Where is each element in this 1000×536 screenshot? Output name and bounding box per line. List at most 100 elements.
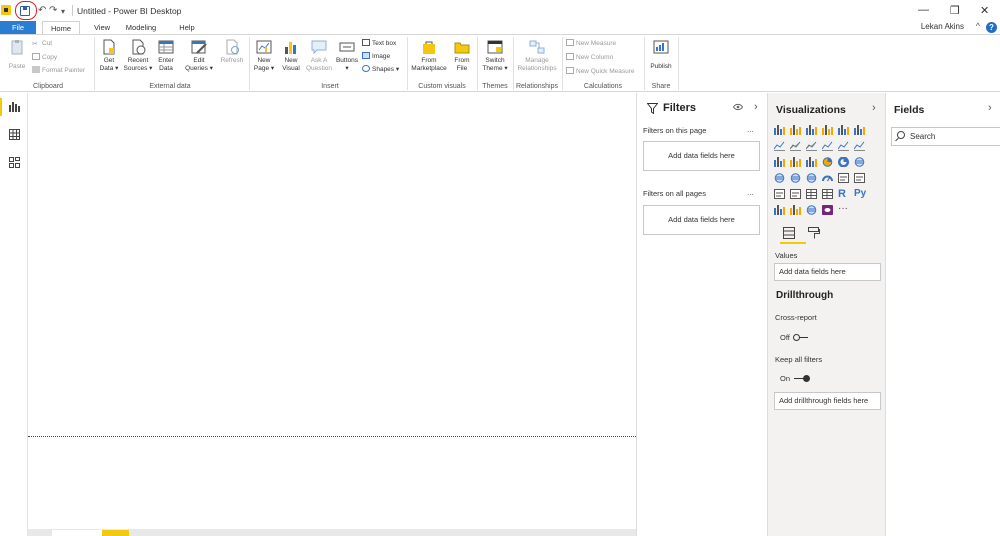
add-page-tab[interactable] — [102, 530, 129, 536]
report-view-icon[interactable] — [9, 101, 20, 112]
100-stacked-bar-chart-icon[interactable] — [838, 125, 849, 135]
from-marketplace-button[interactable]: From Marketplace — [409, 39, 449, 73]
map-icon[interactable] — [774, 173, 785, 183]
close-button[interactable]: ✕ — [980, 4, 989, 17]
new-visual-button[interactable]: New Visual — [279, 39, 303, 73]
edit-queries-button[interactable]: Edit Queries ▾ — [183, 39, 215, 73]
refresh-button[interactable]: Refresh — [218, 39, 246, 65]
fields-well-icon[interactable] — [783, 227, 795, 241]
text-box-icon — [362, 39, 370, 46]
line-chart-icon[interactable] — [773, 141, 785, 151]
r-visual-icon[interactable]: R — [838, 189, 849, 200]
decomposition-tree-icon[interactable] — [790, 205, 801, 215]
text-box-button[interactable]: Text box — [362, 39, 396, 47]
buttons-button[interactable]: Buttons ▾ — [334, 39, 360, 73]
more-visuals-icon[interactable]: ··· — [838, 204, 849, 215]
scatter-chart-icon[interactable] — [806, 157, 817, 167]
from-file-button[interactable]: From File — [451, 39, 473, 73]
tab-home[interactable]: Home — [42, 21, 80, 35]
help-icon[interactable]: ? — [986, 22, 997, 33]
new-page-button[interactable]: New Page ▾ — [252, 39, 276, 73]
slicer-icon[interactable] — [790, 189, 801, 199]
table-icon[interactable] — [806, 189, 817, 199]
user-name[interactable]: Lekan Akins — [921, 22, 964, 31]
tab-help[interactable]: Help — [174, 21, 200, 34]
ribbon-chart-icon[interactable] — [853, 141, 865, 151]
page-tab[interactable] — [52, 530, 102, 536]
power-apps-icon[interactable] — [822, 205, 833, 215]
cut-button[interactable]: ✂ Cut — [32, 40, 52, 48]
minimize-button[interactable]: — — [918, 4, 929, 16]
collapse-visualizations-icon[interactable]: › — [872, 102, 876, 114]
filled-map-icon[interactable] — [790, 173, 801, 183]
eye-icon[interactable] — [732, 103, 744, 113]
stacked-column-chart-icon[interactable] — [790, 125, 801, 135]
key-influencers-icon[interactable] — [774, 205, 785, 215]
shapes-icon — [362, 65, 370, 72]
copy-button[interactable]: Copy — [32, 53, 57, 61]
filters-page-more-icon[interactable]: ... — [747, 125, 754, 134]
new-quick-measure-button[interactable]: New Quick Measure — [566, 67, 635, 75]
treemap-icon[interactable] — [854, 157, 865, 167]
arcgis-map-icon[interactable] — [806, 205, 817, 215]
keep-all-filters-toggle[interactable]: On — [780, 374, 811, 383]
ask-question-button[interactable]: Ask A Question — [304, 39, 334, 73]
python-visual-icon[interactable]: Py — [854, 189, 868, 199]
donut-chart-icon[interactable] — [837, 156, 850, 168]
qat-customize-icon[interactable]: ▾ — [61, 7, 65, 16]
collapse-fields-icon[interactable]: › — [988, 102, 992, 114]
shapes-button[interactable]: Shapes ▾ — [362, 65, 399, 73]
paint-roller-icon[interactable] — [808, 227, 820, 241]
page-filters-drop-zone[interactable]: Add data fields here — [643, 141, 760, 171]
gauge-icon[interactable] — [822, 173, 833, 183]
calculations-group-label: Calculations — [583, 83, 623, 90]
new-column-button[interactable]: New Column — [566, 53, 613, 61]
tab-file[interactable]: File — [0, 21, 36, 34]
kpi-icon[interactable] — [774, 189, 785, 199]
paste-button[interactable]: Paste — [5, 39, 29, 71]
collapse-ribbon-icon[interactable]: ^ — [976, 21, 980, 31]
restore-button[interactable]: ❐ — [950, 4, 960, 17]
stacked-bar-chart-icon[interactable] — [774, 125, 785, 135]
clustered-column-chart-icon[interactable] — [822, 125, 833, 135]
shape-map-icon[interactable] — [806, 173, 817, 183]
collapse-filters-icon[interactable]: › — [754, 101, 758, 113]
new-measure-button[interactable]: New Measure — [566, 39, 616, 47]
multi-row-card-icon[interactable] — [854, 173, 865, 183]
get-data-button[interactable]: Get Data ▾ — [97, 39, 121, 73]
all-pages-filters-drop-zone[interactable]: Add data fields here — [643, 205, 760, 235]
recent-sources-button[interactable]: Recent Sources ▾ — [123, 39, 153, 73]
redo-icon[interactable]: ↷ — [49, 5, 57, 16]
switch-theme-button[interactable]: Switch Theme ▾ — [481, 39, 509, 73]
clustered-bar-chart-icon[interactable] — [806, 125, 817, 135]
manage-relationships-button[interactable]: Manage Relationships — [515, 39, 559, 73]
enter-data-label-1: Enter — [158, 57, 174, 64]
image-button[interactable]: Image — [362, 52, 390, 60]
filters-all-more-icon[interactable]: ... — [747, 188, 754, 197]
tab-view[interactable]: View — [88, 21, 116, 34]
values-drop-zone[interactable]: Add data fields here — [774, 263, 881, 281]
fields-search-input[interactable]: Search — [891, 127, 1000, 146]
format-painter-button[interactable]: Format Painter — [32, 66, 85, 74]
drillthrough-drop-zone[interactable]: Add drillthrough fields here — [774, 392, 881, 410]
funnel-chart-icon[interactable] — [790, 157, 801, 167]
area-chart-icon[interactable] — [789, 141, 801, 151]
tab-modeling[interactable]: Modeling — [122, 21, 160, 34]
pie-chart-icon[interactable] — [822, 157, 833, 167]
100-stacked-column-chart-icon[interactable] — [854, 125, 865, 135]
publish-button[interactable]: Publish — [648, 39, 674, 71]
model-view-icon[interactable] — [9, 157, 20, 168]
cross-report-toggle[interactable]: Off — [780, 333, 808, 342]
power-bi-logo-icon — [1, 5, 11, 15]
line-column-chart-icon[interactable] — [821, 141, 833, 151]
recent-sources-label-2: Sources ▾ — [123, 65, 153, 72]
undo-icon[interactable]: ↶ — [38, 5, 46, 16]
report-canvas[interactable] — [28, 93, 636, 529]
data-view-icon[interactable] — [9, 129, 20, 140]
card-icon[interactable] — [838, 173, 849, 183]
enter-data-button[interactable]: Enter Data — [155, 39, 177, 73]
waterfall-chart-icon[interactable] — [774, 157, 785, 167]
matrix-icon[interactable] — [822, 189, 833, 199]
stacked-area-chart-icon[interactable] — [805, 141, 817, 151]
line-stacked-column-chart-icon[interactable] — [837, 141, 849, 151]
